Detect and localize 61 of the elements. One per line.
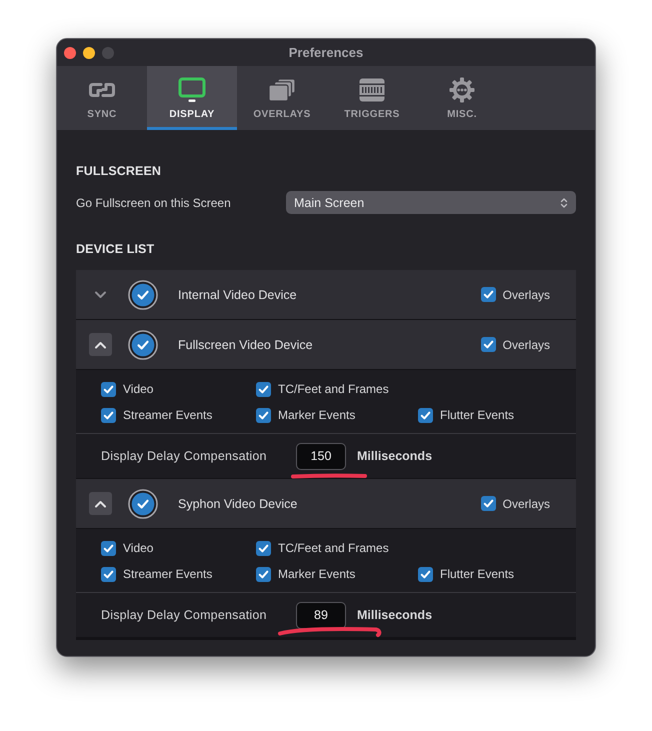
device-name: Internal Video Device [178,288,298,302]
checkbox-label: Overlays [502,496,550,510]
checkbox[interactable] [480,337,496,352]
section-heading: FULLSCREEN [76,163,162,180]
checkbox-label: Marker Events [278,567,356,581]
checkbox-label: Streamer Events [123,408,212,422]
enable-toggle[interactable] [128,330,158,360]
tab[interactable]: TRIGGERS [327,66,417,130]
screen-select[interactable]: Main Screen [286,191,576,214]
checkbox-label: Overlays [502,288,550,302]
checkbox[interactable] [480,496,496,511]
delay-input[interactable]: 150 [296,442,346,470]
section-heading: DEVICE LIST [76,241,156,258]
chevron-up-icon [94,500,107,508]
field-label: Display Delay Compensation [101,449,268,463]
checkbox[interactable] [418,408,433,422]
checkbox-label: Streamer Events [123,567,212,581]
checkbox-label: Marker Events [278,408,356,422]
enable-toggle[interactable] [128,280,158,310]
checkbox[interactable] [256,566,271,582]
chevron-up-icon [94,340,107,348]
updown-arrows-icon [560,196,568,208]
delay-input[interactable]: 89 [296,602,346,628]
close-button[interactable] [64,46,76,58]
tab[interactable]: OVERLAYS [237,66,327,130]
checkbox-label: TC/Feet and Frames [278,541,389,555]
checkbox-label: Video [123,382,154,396]
device-name: Fullscreen Video Device [178,338,314,352]
field-label: Display Delay Compensation [101,608,268,622]
checkbox[interactable] [256,382,271,396]
striped-panel-icon [359,78,385,102]
chevron-down-icon [94,290,107,298]
checkbox-label: TC/Feet and Frames [278,382,389,396]
checkbox[interactable] [101,566,116,582]
checkbox[interactable] [418,566,433,582]
link-icon [88,82,116,98]
tab[interactable]: DISPLAY [147,66,237,130]
expand-button[interactable] [89,492,112,515]
checkbox-label: Video [123,541,154,555]
field-label: Go Fullscreen on this Screen [76,196,232,210]
checkbox-label: Flutter Events [440,567,514,581]
checkbox-label: Flutter Events [440,408,514,422]
minimize-button[interactable] [83,46,95,58]
unit-label: Milliseconds [357,449,432,463]
expand-button[interactable] [89,333,112,356]
stacked-cards-icon [268,78,296,102]
tab[interactable]: MISC. [417,66,507,130]
unit-label: Milliseconds [357,608,432,622]
checkbox[interactable] [101,408,116,422]
monitor-icon [178,77,206,103]
gear-icon [449,77,475,103]
checkbox[interactable] [101,382,116,396]
checkbox[interactable] [101,540,116,556]
device-name: Syphon Video Device [178,496,298,510]
window-title: Preferences [288,45,364,60]
checkbox[interactable] [256,540,271,556]
checkbox[interactable] [256,408,271,422]
checkbox[interactable] [480,287,496,302]
tab[interactable]: SYNC [57,66,147,130]
checkbox-label: Overlays [502,338,550,352]
enable-toggle[interactable] [128,488,158,518]
